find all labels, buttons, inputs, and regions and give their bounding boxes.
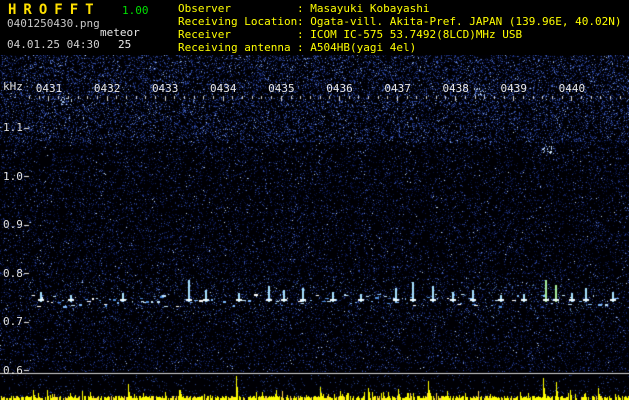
info-row-observer: Observer: Masayuki Kobayashi bbox=[178, 2, 622, 15]
header: HROFFT 1.00 0401250430.png meteor 04.01.… bbox=[0, 0, 629, 55]
info-separator: : bbox=[297, 28, 311, 41]
x-tick-label: 0440 bbox=[558, 82, 586, 95]
info-label: Receiving Location bbox=[178, 15, 298, 28]
header-info: Observer: Masayuki Kobayashi Receiving Lo… bbox=[178, 2, 622, 54]
info-separator: : bbox=[297, 41, 311, 54]
y-tick-label: 1.1 bbox=[3, 121, 23, 134]
y-tick-label: 1.0 bbox=[3, 169, 23, 183]
info-value: ICOM IC-575 53.7492(8LCD)MHz USB bbox=[310, 28, 523, 41]
info-separator: : bbox=[297, 2, 311, 15]
x-tick-label: 0438 bbox=[442, 82, 469, 95]
date-time-label: 04.01.25 04:30 bbox=[7, 38, 100, 51]
x-tick-label: 0436 bbox=[326, 82, 353, 95]
x-tick-label: 0433 bbox=[151, 82, 179, 95]
y-tick-label: 0.9 bbox=[3, 218, 23, 231]
echo-count: 25 bbox=[118, 38, 132, 51]
info-separator: : bbox=[297, 15, 311, 28]
info-value: A504HB(yagi 4el) bbox=[310, 41, 417, 54]
x-tick-label: 0434 bbox=[210, 82, 237, 95]
info-label: Receiving antenna bbox=[178, 41, 291, 54]
spectrogram-canvas bbox=[0, 55, 629, 400]
hrofft-output: HROFFT 1.00 0401250430.png meteor 04.01.… bbox=[0, 0, 629, 400]
x-tick-label: 0439 bbox=[500, 82, 528, 95]
output-filename: 0401250430.png bbox=[7, 17, 100, 30]
x-tick-label: 0437 bbox=[384, 82, 411, 95]
info-label: Receiver bbox=[178, 28, 231, 41]
y-tick-label: 0.6 bbox=[3, 363, 23, 377]
x-tick-label: 0435 bbox=[268, 82, 295, 95]
app-title: HROFFT bbox=[8, 2, 101, 18]
y-tick-label: 0.7 bbox=[3, 315, 23, 328]
app-version: 1.00 bbox=[122, 4, 149, 17]
info-row-receiving-antenna: Receiving antenna: A504HB(yagi 4el) bbox=[178, 41, 622, 54]
x-tick-label: 0432 bbox=[93, 82, 121, 95]
info-label: Observer bbox=[178, 2, 231, 15]
y-tick-label: 0.8 bbox=[3, 266, 23, 280]
x-tick-label: 0431 bbox=[35, 82, 63, 95]
info-row-receiver: Receiver: ICOM IC-575 53.7492(8LCD)MHz U… bbox=[178, 28, 622, 41]
info-value: Masayuki Kobayashi bbox=[310, 2, 430, 15]
info-value: Ogata-vill. Akita-Pref. JAPAN (139.96E, … bbox=[310, 15, 622, 28]
plot-area: kHz 0431 0432 0433 0434 0435 0436 0437 0438 0439… bbox=[0, 55, 629, 400]
info-row-receiving-location: Receiving Location: Ogata-vill. Akita-Pr… bbox=[178, 15, 622, 28]
y-axis-unit-label: kHz bbox=[3, 80, 23, 93]
